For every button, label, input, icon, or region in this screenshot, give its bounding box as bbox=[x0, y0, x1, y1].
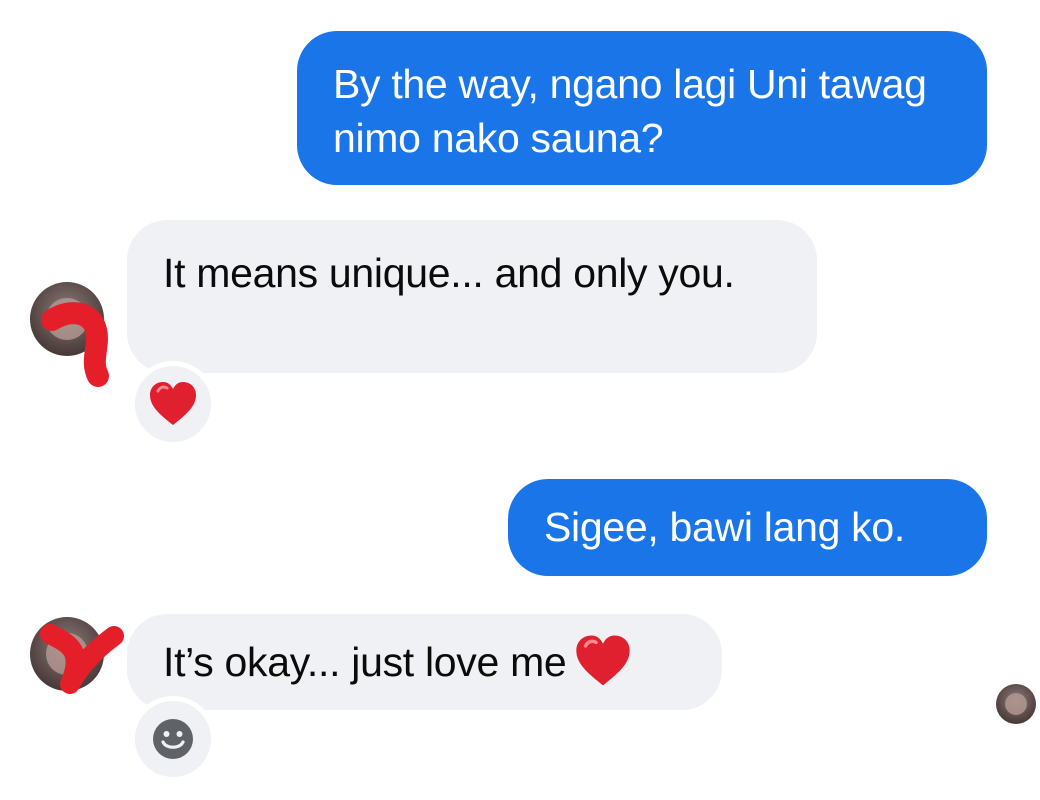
add-reaction-button[interactable] bbox=[130, 696, 216, 782]
message-text: It’s okay... just love me bbox=[163, 639, 567, 685]
message-reaction[interactable] bbox=[130, 361, 216, 447]
contact-avatar[interactable] bbox=[30, 617, 104, 691]
chat-thread: By the way, ngano lagi Uni tawag nimo na… bbox=[0, 0, 1040, 800]
red-heart-icon bbox=[576, 635, 631, 686]
avatar-photo bbox=[46, 633, 88, 675]
contact-avatar[interactable] bbox=[30, 282, 104, 356]
message-text: It means unique... and only you. bbox=[163, 250, 735, 296]
avatar-photo bbox=[1004, 692, 1028, 716]
smiley-icon bbox=[153, 719, 193, 759]
avatar-photo bbox=[46, 298, 88, 340]
red-heart-icon bbox=[150, 382, 196, 425]
message-text: By the way, ngano lagi Uni tawag nimo na… bbox=[333, 61, 927, 161]
sent-message-bubble[interactable]: By the way, ngano lagi Uni tawag nimo na… bbox=[297, 31, 987, 185]
seen-indicator-avatar bbox=[996, 684, 1036, 724]
received-message-bubble[interactable]: It means unique... and only you. bbox=[127, 220, 817, 373]
received-message-bubble[interactable]: It’s okay... just love me bbox=[127, 614, 722, 710]
sent-message-bubble[interactable]: Sigee, bawi lang ko. bbox=[508, 479, 987, 576]
message-text: Sigee, bawi lang ko. bbox=[544, 504, 905, 550]
